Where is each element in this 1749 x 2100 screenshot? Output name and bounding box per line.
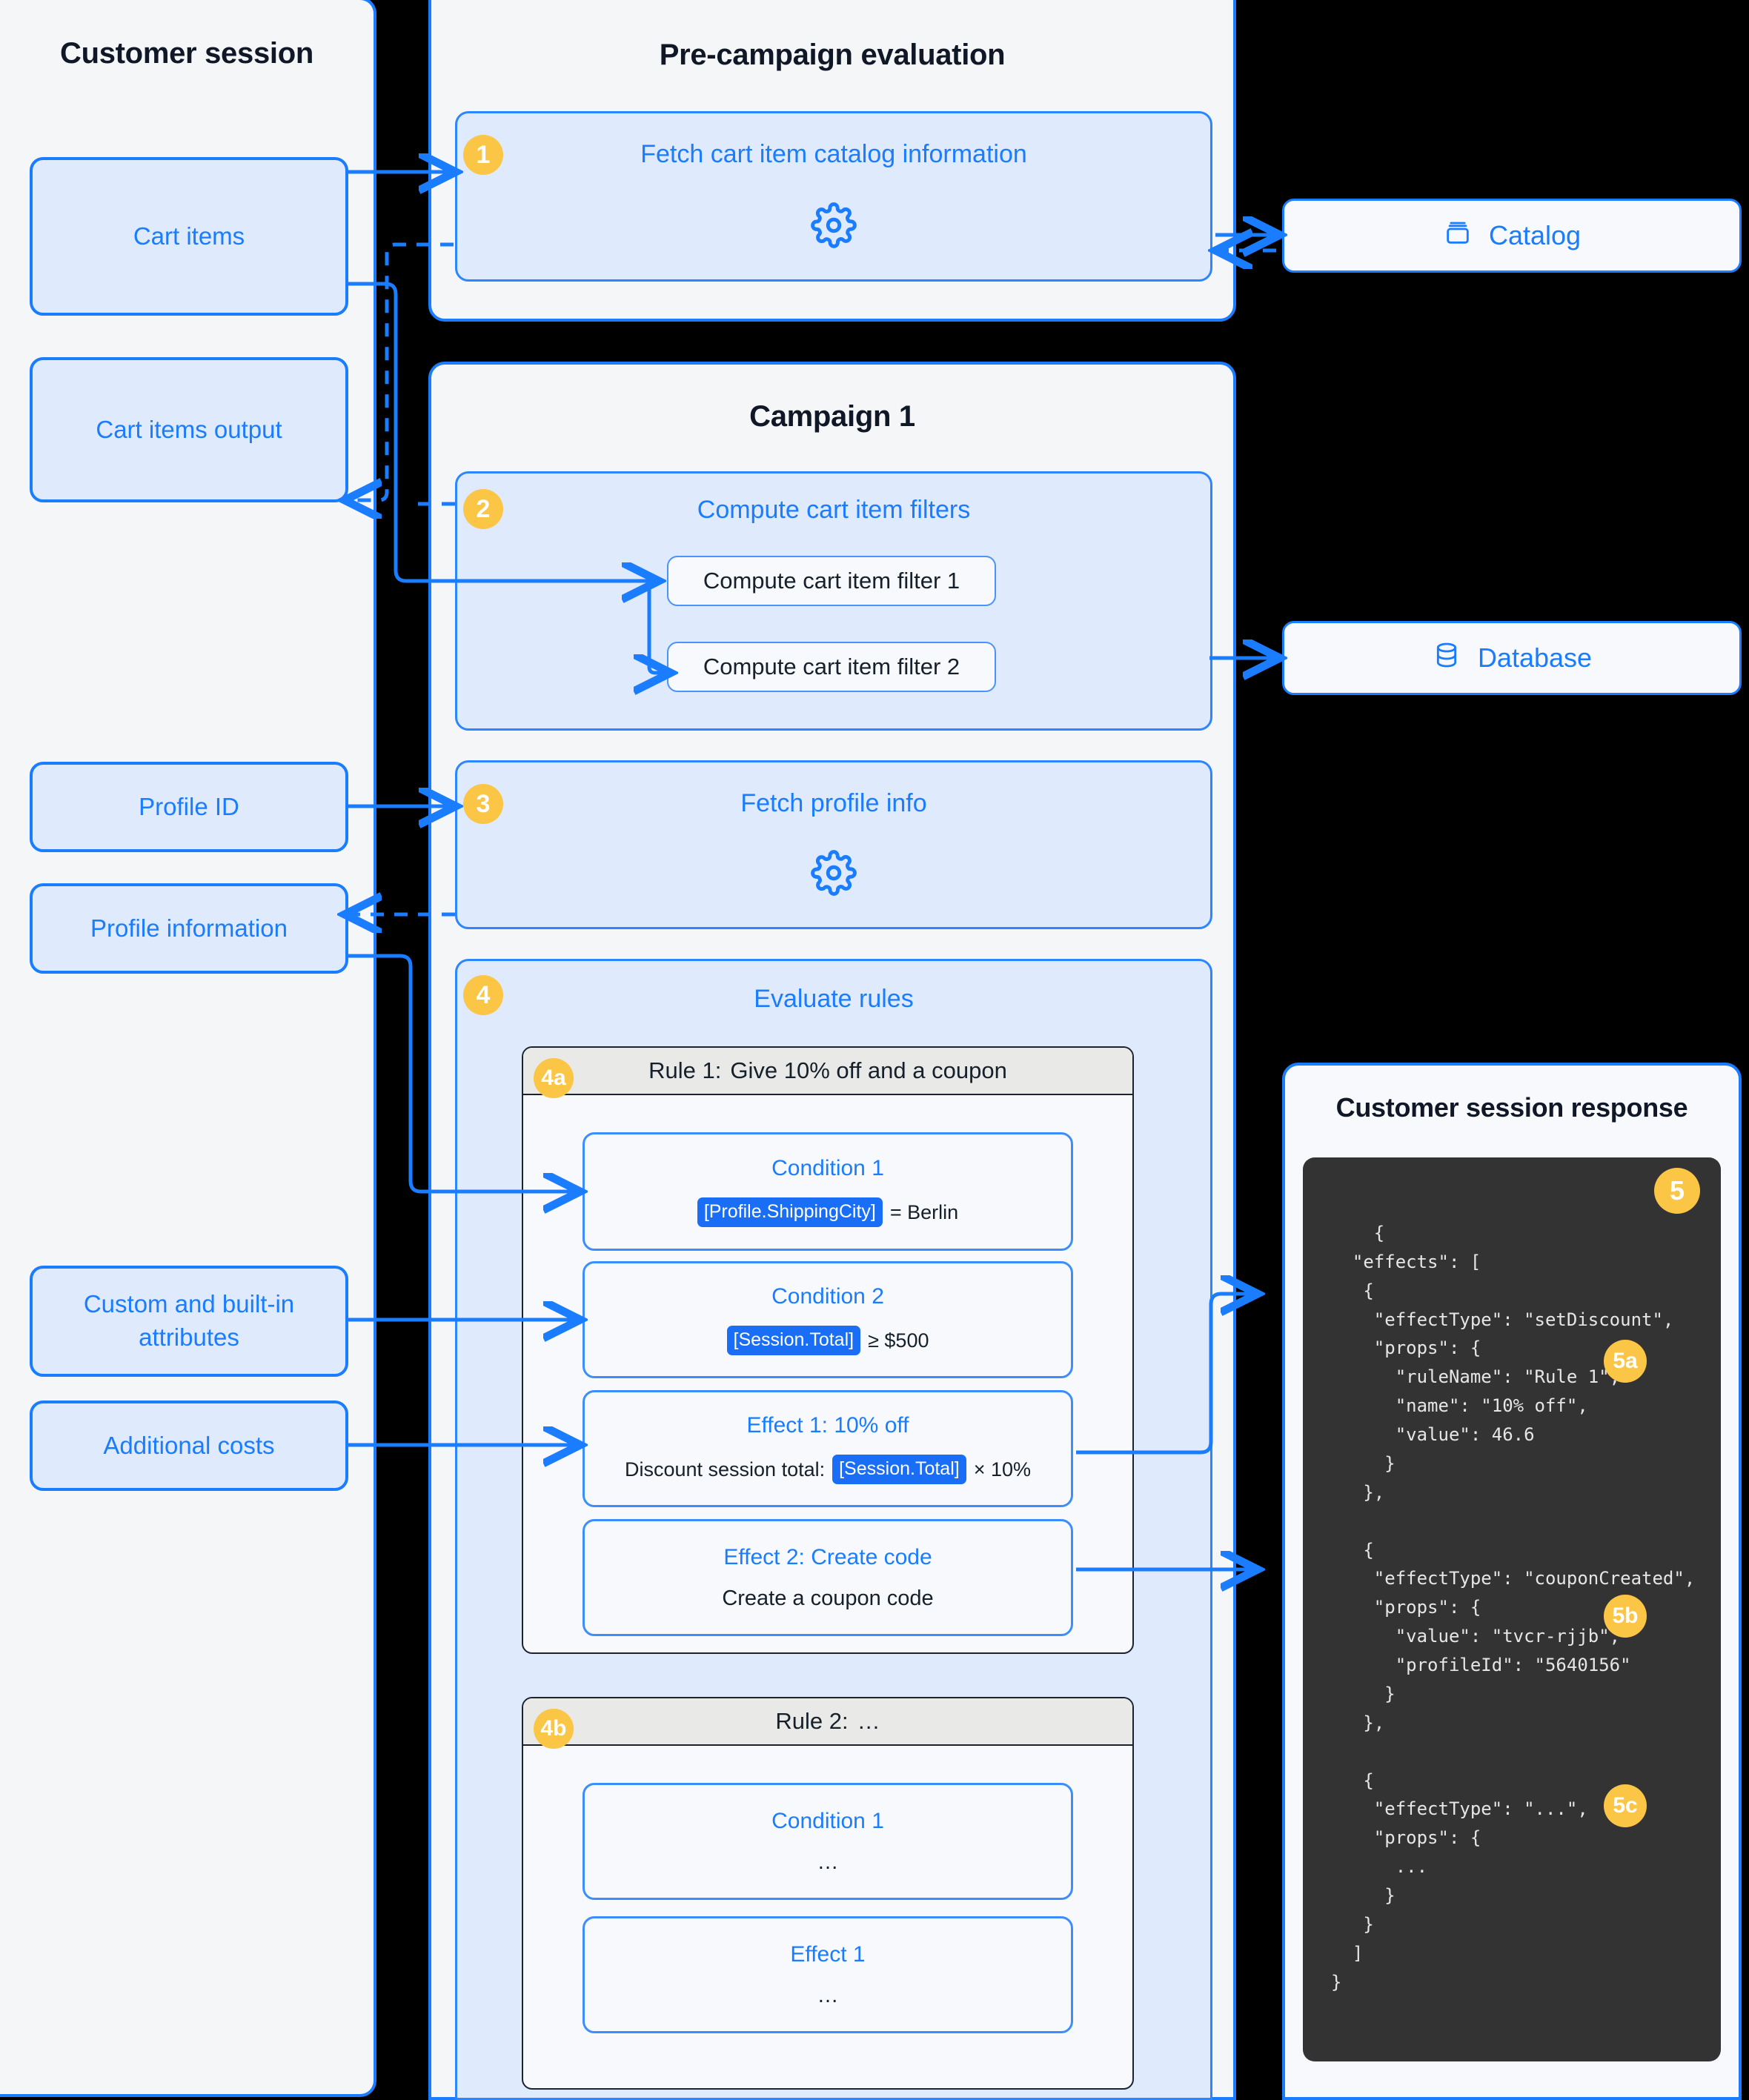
step-fetch-catalog[interactable]: Fetch cart item catalog information <box>455 111 1212 282</box>
rule1-effect-2[interactable]: Effect 2: Create code Create a coupon co… <box>583 1519 1073 1636</box>
effect-expression: Discount session total: [Session.Total] … <box>624 1455 1032 1484</box>
database-icon <box>1432 640 1461 677</box>
chip-additional-costs[interactable]: Additional costs <box>30 1400 348 1491</box>
pre-campaign-title: Pre-campaign evaluation <box>659 39 1006 71</box>
rule1-effect-1[interactable]: Effect 1: 10% off Discount session total… <box>583 1390 1073 1507</box>
effect-suffix: × 10% <box>973 1458 1032 1481</box>
badge-step-5: 5 <box>1654 1168 1700 1214</box>
effect-header: Effect 2: Create code <box>723 1544 932 1569</box>
filter-label: Compute cart item filter 1 <box>703 568 960 594</box>
chip-label: Profile information <box>90 914 288 942</box>
store-database[interactable]: Database <box>1282 621 1742 695</box>
rule-subtitle: Give 10% off and a coupon <box>730 1057 1007 1083</box>
badge-step-4: 4 <box>463 975 503 1015</box>
diagram-canvas: Customer session Cart items Cart items o… <box>0 0 1749 2100</box>
step-label: Fetch cart item catalog information <box>640 140 1027 168</box>
step-label: Compute cart item filters <box>697 496 971 524</box>
attribute-tag: [Profile.ShippingCity] <box>697 1197 883 1227</box>
effect-description: Create a coupon code <box>722 1586 934 1610</box>
condition-expression: [Profile.ShippingCity] = Berlin <box>697 1197 959 1227</box>
effect-prefix: Discount session total: <box>624 1458 826 1481</box>
badge-step-4b: 4b <box>534 1709 574 1749</box>
badge-step-5a: 5a <box>1604 1340 1647 1383</box>
chip-profile-information[interactable]: Profile information <box>30 883 348 974</box>
rule-header: Rule 1: Give 10% off and a coupon <box>523 1048 1132 1095</box>
filter-1[interactable]: Compute cart item filter 1 <box>667 556 996 606</box>
rule-title: Rule 1: <box>648 1057 722 1083</box>
rule2-effect-1[interactable]: Effect 1 … <box>583 1916 1073 2033</box>
catalog-icon <box>1443 218 1473 254</box>
condition-operand: = Berlin <box>889 1200 959 1223</box>
step-label: Fetch profile info <box>740 789 927 817</box>
rule-header: Rule 2: … <box>523 1698 1132 1746</box>
chip-label: Cart items <box>133 222 245 250</box>
badge-step-5b: 5b <box>1604 1595 1647 1638</box>
badge-step-3: 3 <box>463 784 503 824</box>
badge-step-5c: 5c <box>1604 1784 1647 1827</box>
filter-label: Compute cart item filter 2 <box>703 654 960 679</box>
effect-header: Effect 1 <box>790 1941 866 1967</box>
condition-expression: [Session.Total] ≥ $500 <box>726 1326 929 1355</box>
condition-header: Condition 1 <box>771 1808 884 1833</box>
chip-label: Custom and built-in attributes <box>83 1290 295 1351</box>
rule-title: Rule 2: <box>775 1708 849 1734</box>
response-code-block: { "effects": [ { "effectType": "setDisco… <box>1303 1157 1721 2061</box>
chip-label: Cart items output <box>96 415 282 443</box>
step-label: Evaluate rules <box>754 985 914 1013</box>
effect-header: Effect 1: 10% off <box>746 1413 909 1438</box>
chip-label: Additional costs <box>103 1431 275 1459</box>
rule-subtitle: … <box>857 1708 880 1734</box>
chip-cart-items[interactable]: Cart items <box>30 157 348 316</box>
customer-session-title: Customer session <box>60 37 313 70</box>
chip-custom-builtin-attributes[interactable]: Custom and built-in attributes <box>30 1266 348 1377</box>
attribute-tag: [Session.Total] <box>726 1326 861 1355</box>
condition-header: Condition 1 <box>771 1156 884 1181</box>
effect-description: … <box>817 1983 839 2007</box>
store-catalog[interactable]: Catalog <box>1282 199 1742 273</box>
store-label: Catalog <box>1488 220 1582 250</box>
condition-operand: ≥ $500 <box>868 1329 929 1352</box>
chip-profile-id[interactable]: Profile ID <box>30 762 348 852</box>
rule1-condition-1[interactable]: Condition 1 [Profile.ShippingCity] = Ber… <box>583 1132 1073 1251</box>
filter-2[interactable]: Compute cart item filter 2 <box>667 642 996 692</box>
rule1-condition-2[interactable]: Condition 2 [Session.Total] ≥ $500 <box>583 1261 1073 1378</box>
badge-step-4a: 4a <box>534 1058 574 1098</box>
response-title: Customer session response <box>1335 1092 1688 1123</box>
attribute-tag: [Session.Total] <box>832 1455 966 1484</box>
rule2-condition-1[interactable]: Condition 1 … <box>583 1783 1073 1900</box>
condition-description: … <box>817 1850 839 1874</box>
store-label: Database <box>1477 642 1593 673</box>
gear-icon <box>811 850 857 900</box>
condition-header: Condition 2 <box>771 1284 884 1309</box>
step-fetch-profile-info[interactable]: Fetch profile info <box>455 760 1212 929</box>
chip-label: Profile ID <box>139 792 239 820</box>
badge-step-2: 2 <box>463 489 503 529</box>
badge-step-1: 1 <box>463 135 503 175</box>
chip-cart-items-output[interactable]: Cart items output <box>30 357 348 502</box>
gear-icon <box>811 202 857 252</box>
campaign-title: Campaign 1 <box>749 400 915 433</box>
